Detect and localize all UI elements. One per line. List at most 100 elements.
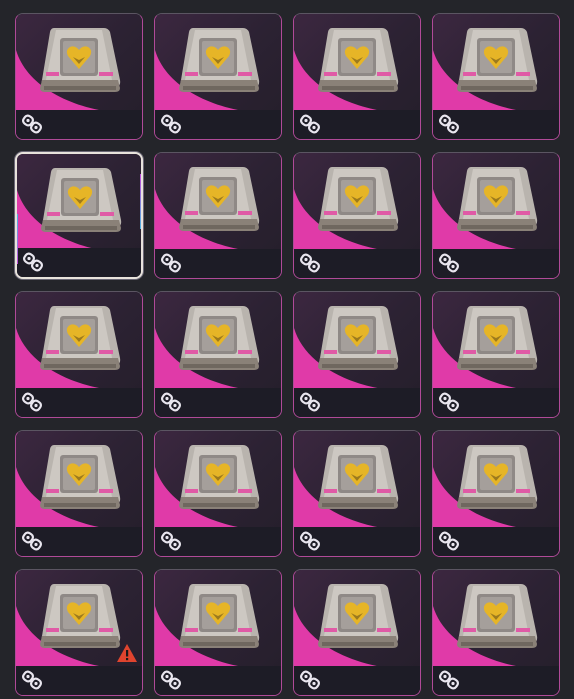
warning-triangle-icon bbox=[117, 644, 137, 662]
loot-box-heart-icon bbox=[318, 167, 399, 231]
item-footer-bar bbox=[16, 388, 142, 417]
chain-link-icon bbox=[300, 670, 320, 690]
chain-link-icon bbox=[161, 392, 181, 412]
item-footer-bar bbox=[16, 110, 142, 139]
loot-box-heart-icon bbox=[318, 28, 399, 92]
inventory-item-tile[interactable] bbox=[154, 569, 282, 696]
loot-box-heart-icon bbox=[457, 584, 538, 648]
loot-box-heart-icon bbox=[179, 28, 260, 92]
inventory-item-tile[interactable] bbox=[15, 291, 143, 418]
chain-link-icon bbox=[439, 670, 459, 690]
chain-link-icon bbox=[22, 670, 42, 690]
item-footer-bar bbox=[294, 110, 420, 139]
loot-box-heart-icon bbox=[457, 445, 538, 509]
item-art bbox=[294, 431, 420, 529]
loot-box-heart-icon bbox=[457, 167, 538, 231]
loot-box-heart-icon bbox=[179, 445, 260, 509]
inventory-item-tile[interactable] bbox=[154, 152, 282, 279]
item-footer-bar bbox=[155, 666, 281, 695]
inventory-item-tile[interactable] bbox=[15, 13, 143, 140]
item-art bbox=[294, 570, 420, 668]
loot-box-heart-icon bbox=[179, 306, 260, 370]
inventory-item-tile[interactable] bbox=[293, 430, 421, 557]
chain-link-icon bbox=[439, 253, 459, 273]
item-footer-bar bbox=[17, 248, 141, 277]
inventory-grid bbox=[15, 13, 560, 696]
item-footer-bar bbox=[433, 110, 559, 139]
item-art bbox=[294, 292, 420, 390]
inventory-item-tile[interactable] bbox=[432, 569, 560, 696]
chain-link-icon bbox=[161, 670, 181, 690]
inventory-item-tile[interactable] bbox=[293, 13, 421, 140]
item-art bbox=[155, 14, 281, 112]
loot-box-heart-icon bbox=[457, 306, 538, 370]
inventory-item-tile-selected[interactable] bbox=[15, 152, 143, 279]
item-art bbox=[433, 431, 559, 529]
item-art bbox=[155, 292, 281, 390]
inventory-item-tile[interactable] bbox=[293, 291, 421, 418]
item-art bbox=[433, 14, 559, 112]
item-art bbox=[433, 570, 559, 668]
chain-link-icon bbox=[161, 531, 181, 551]
loot-box-heart-icon bbox=[40, 28, 121, 92]
inventory-item-tile[interactable] bbox=[15, 430, 143, 557]
item-footer-bar bbox=[16, 527, 142, 556]
chain-link-icon bbox=[23, 252, 43, 272]
item-footer-bar bbox=[433, 527, 559, 556]
item-art bbox=[294, 153, 420, 251]
loot-box-heart-icon bbox=[179, 584, 260, 648]
item-art bbox=[17, 154, 141, 252]
item-art bbox=[155, 431, 281, 529]
item-footer-bar bbox=[16, 666, 142, 695]
item-art bbox=[155, 153, 281, 251]
chain-link-icon bbox=[439, 114, 459, 134]
chain-link-icon bbox=[439, 392, 459, 412]
loot-box-heart-icon bbox=[40, 445, 121, 509]
chain-link-icon bbox=[22, 531, 42, 551]
inventory-item-tile[interactable] bbox=[293, 569, 421, 696]
loot-box-heart-icon bbox=[40, 306, 121, 370]
item-footer-bar bbox=[294, 388, 420, 417]
inventory-item-tile[interactable] bbox=[432, 152, 560, 279]
item-footer-bar bbox=[294, 666, 420, 695]
item-footer-bar bbox=[433, 388, 559, 417]
inventory-item-tile[interactable] bbox=[432, 430, 560, 557]
item-footer-bar bbox=[155, 249, 281, 278]
loot-box-heart-icon bbox=[318, 584, 399, 648]
item-art bbox=[433, 292, 559, 390]
chain-link-icon bbox=[22, 114, 42, 134]
inventory-item-tile[interactable] bbox=[154, 13, 282, 140]
item-art bbox=[433, 153, 559, 251]
chain-link-icon bbox=[300, 114, 320, 134]
loot-box-heart-icon bbox=[41, 168, 122, 232]
item-art bbox=[155, 570, 281, 668]
loot-box-heart-icon bbox=[318, 306, 399, 370]
inventory-item-tile[interactable] bbox=[15, 569, 143, 696]
inventory-item-tile[interactable] bbox=[293, 152, 421, 279]
loot-box-heart-icon bbox=[457, 28, 538, 92]
item-art bbox=[294, 14, 420, 112]
chain-link-icon bbox=[161, 253, 181, 273]
item-footer-bar bbox=[433, 249, 559, 278]
chain-link-icon bbox=[300, 392, 320, 412]
item-footer-bar bbox=[155, 388, 281, 417]
chain-link-icon bbox=[161, 114, 181, 134]
item-footer-bar bbox=[294, 527, 420, 556]
inventory-item-tile[interactable] bbox=[154, 291, 282, 418]
inventory-item-tile[interactable] bbox=[432, 13, 560, 140]
item-footer-bar bbox=[155, 110, 281, 139]
inventory-item-tile[interactable] bbox=[154, 430, 282, 557]
item-art bbox=[16, 14, 142, 112]
chain-link-icon bbox=[439, 531, 459, 551]
item-footer-bar bbox=[294, 249, 420, 278]
item-art bbox=[16, 292, 142, 390]
loot-box-heart-icon bbox=[318, 445, 399, 509]
item-footer-bar bbox=[155, 527, 281, 556]
inventory-item-tile[interactable] bbox=[432, 291, 560, 418]
chain-link-icon bbox=[300, 253, 320, 273]
chain-link-icon bbox=[22, 392, 42, 412]
item-art bbox=[16, 431, 142, 529]
item-footer-bar bbox=[433, 666, 559, 695]
loot-box-heart-icon bbox=[179, 167, 260, 231]
chain-link-icon bbox=[300, 531, 320, 551]
